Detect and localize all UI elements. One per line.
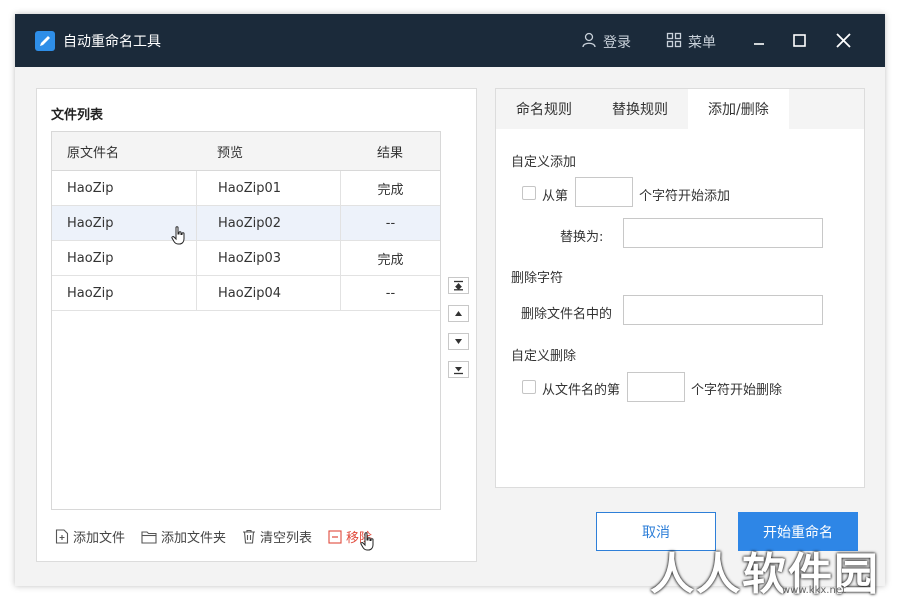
column-header-original[interactable]: 原文件名 bbox=[52, 132, 196, 170]
start-add-suffix: 个字符开始添加 bbox=[639, 189, 731, 204]
start-delete-suffix: 个字符开始删除 bbox=[691, 383, 783, 398]
menu-label: 菜单 bbox=[688, 35, 716, 51]
from-position-label: 从第 bbox=[542, 189, 569, 204]
login-label: 登录 bbox=[603, 35, 631, 51]
add-position-input[interactable] bbox=[575, 177, 633, 207]
column-header-preview[interactable]: 预览 bbox=[196, 132, 340, 170]
table-row[interactable]: HaoZip HaoZip03 完成 bbox=[52, 241, 440, 276]
move-down-button[interactable] bbox=[448, 333, 469, 350]
hand-cursor-icon bbox=[360, 532, 374, 551]
minimize-icon bbox=[754, 43, 764, 45]
login-button[interactable]: 登录 bbox=[581, 32, 631, 52]
table-row[interactable]: HaoZip HaoZip04 -- bbox=[52, 276, 440, 311]
table-header: 原文件名 预览 结果 bbox=[52, 132, 440, 171]
menu-button[interactable]: 菜单 bbox=[666, 32, 716, 52]
clear-list-button[interactable]: 清空列表 bbox=[242, 527, 312, 546]
cell-original: HaoZip bbox=[67, 250, 114, 266]
delete-chars-title: 删除字符 bbox=[511, 271, 564, 286]
clear-list-label: 清空列表 bbox=[260, 531, 313, 546]
watermark-url: www.kkx.net bbox=[782, 585, 846, 596]
move-top-icon bbox=[454, 280, 463, 291]
tab-replace-rules[interactable]: 替换规则 bbox=[592, 89, 688, 129]
from-name-position-label: 从文件名的第 bbox=[542, 383, 621, 398]
rule-tabs: 命名规则 替换规则 添加/删除 bbox=[496, 89, 864, 129]
user-icon bbox=[581, 32, 597, 52]
triangle-down-icon bbox=[455, 339, 462, 344]
delete-text-input[interactable] bbox=[623, 295, 823, 325]
rename-tool-window: 自动重命名工具 登录 菜单 文件列表 原文件名 预览 结果 HaoZip Hao… bbox=[15, 14, 885, 586]
cell-preview: HaoZip03 bbox=[196, 241, 340, 275]
add-file-button[interactable]: 添加文件 bbox=[55, 527, 125, 546]
add-folder-button[interactable]: 添加文件夹 bbox=[141, 527, 226, 546]
custom-add-title: 自定义添加 bbox=[511, 155, 577, 170]
tab-add-delete[interactable]: 添加/删除 bbox=[688, 89, 789, 129]
cell-result: 完成 bbox=[340, 171, 440, 205]
triangle-up-icon bbox=[455, 311, 462, 316]
close-icon bbox=[836, 33, 851, 48]
grid-menu-icon bbox=[666, 32, 682, 52]
trash-icon bbox=[243, 529, 256, 544]
custom-add-checkbox[interactable] bbox=[522, 186, 536, 200]
file-actions-bar: 添加文件 添加文件夹 清空列表 移除 bbox=[55, 527, 372, 546]
cell-original: HaoZip bbox=[67, 180, 114, 196]
file-list-title: 文件列表 bbox=[51, 108, 104, 123]
cell-preview: HaoZip02 bbox=[196, 206, 340, 240]
minimize-button[interactable] bbox=[748, 30, 770, 52]
move-up-button[interactable] bbox=[448, 305, 469, 322]
table-row[interactable]: HaoZip HaoZip02 -- bbox=[52, 206, 440, 241]
custom-delete-checkbox[interactable] bbox=[522, 380, 536, 394]
table-row[interactable]: HaoZip HaoZip01 完成 bbox=[52, 171, 440, 206]
add-folder-label: 添加文件夹 bbox=[161, 531, 227, 546]
window-title: 自动重命名工具 bbox=[63, 34, 161, 50]
cell-result: 完成 bbox=[340, 241, 440, 275]
add-file-label: 添加文件 bbox=[73, 531, 126, 546]
file-table: 原文件名 预览 结果 HaoZip HaoZip01 完成 HaoZip Hao… bbox=[51, 131, 441, 510]
move-to-bottom-button[interactable] bbox=[448, 361, 469, 378]
cell-original: HaoZip bbox=[67, 285, 114, 301]
edit-pen-icon bbox=[35, 31, 55, 51]
column-header-result[interactable]: 结果 bbox=[340, 132, 440, 170]
rules-panel: 命名规则 替换规则 添加/删除 自定义添加 从第 个字符开始添加 替换为: 删除… bbox=[495, 88, 865, 488]
remove-icon bbox=[328, 529, 342, 544]
cell-result: -- bbox=[340, 276, 440, 310]
close-button[interactable] bbox=[833, 30, 855, 52]
delete-in-name-label: 删除文件名中的 bbox=[521, 307, 613, 322]
maximize-button[interactable] bbox=[788, 30, 810, 52]
replace-with-input[interactable] bbox=[623, 218, 823, 248]
cell-result: -- bbox=[340, 206, 440, 240]
hand-cursor-icon bbox=[171, 226, 185, 245]
custom-delete-title: 自定义删除 bbox=[511, 349, 577, 364]
folder-icon bbox=[141, 530, 157, 544]
cell-preview: HaoZip01 bbox=[196, 171, 340, 205]
delete-position-input[interactable] bbox=[627, 372, 685, 402]
file-list-panel: 文件列表 原文件名 预览 结果 HaoZip HaoZip01 完成 HaoZi… bbox=[36, 88, 477, 562]
move-bottom-icon bbox=[454, 367, 463, 375]
add-file-icon bbox=[55, 529, 69, 544]
move-to-top-button[interactable] bbox=[448, 277, 469, 294]
cell-preview: HaoZip04 bbox=[196, 276, 340, 310]
replace-with-label: 替换为: bbox=[560, 230, 604, 245]
title-bar: 自动重命名工具 登录 菜单 bbox=[15, 14, 885, 67]
maximize-icon bbox=[793, 34, 806, 47]
tab-naming-rules[interactable]: 命名规则 bbox=[496, 89, 592, 129]
